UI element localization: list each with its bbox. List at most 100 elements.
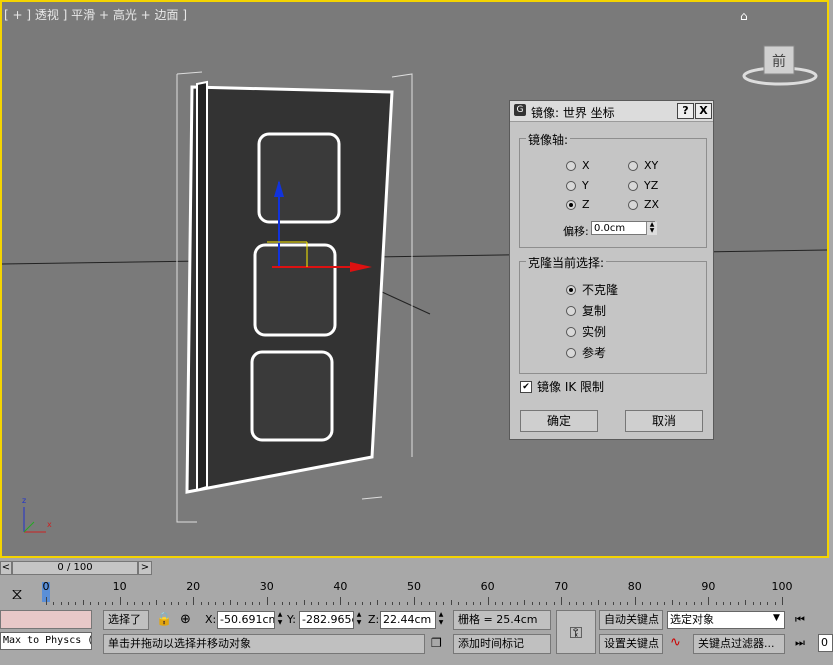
z-spinner[interactable]: ▲ ▼: [437, 611, 445, 628]
dialog-titlebar[interactable]: G 镜像: 世界 坐标 ? X: [510, 101, 713, 122]
time-slider-thumb[interactable]: 0 / 100: [12, 561, 138, 575]
ruler-tick: [215, 602, 217, 605]
ruler-tick: [112, 602, 114, 605]
mirror-ik-checkbox[interactable]: ✔ 镜像 IK 限制: [520, 378, 604, 395]
x-spinner[interactable]: ▲ ▼: [276, 611, 284, 628]
z-coordinate-input[interactable]: 22.44cm: [380, 611, 436, 629]
ruler-tick: [634, 597, 636, 605]
ruler-tick: [421, 602, 423, 605]
lock-icon[interactable]: 🔒: [156, 612, 172, 627]
ruler-tick: [362, 602, 364, 605]
cancel-button[interactable]: 取消: [625, 410, 703, 432]
x-label: X:: [205, 613, 217, 626]
go-to-start-icon[interactable]: ⏮: [795, 613, 805, 627]
absolute-mode-icon[interactable]: ⊕: [180, 612, 191, 627]
track-bar[interactable]: 0 10 20 30 40 50 60 70 80 90 100: [40, 580, 793, 605]
axis-label-z: z: [22, 496, 27, 505]
ruler-tick: [46, 597, 47, 605]
ruler-tick: [156, 600, 158, 605]
time-tag-icon[interactable]: ❐: [431, 636, 442, 650]
ruler-tick: [443, 602, 445, 605]
curve-icon[interactable]: ∿: [670, 635, 681, 650]
ok-button[interactable]: 确定: [520, 410, 598, 432]
maxscript-listener[interactable]: [0, 610, 92, 629]
ruler-tick: [126, 602, 128, 605]
axis-y-radio[interactable]: Y: [566, 179, 589, 192]
ruler-tick: [369, 602, 371, 605]
ruler-tick: [149, 602, 151, 605]
auto-key-button[interactable]: 自动关键点: [599, 610, 663, 630]
ruler-tick: [281, 602, 283, 605]
y-coordinate-input[interactable]: -282.965cm: [299, 611, 354, 629]
ruler-tick: [531, 602, 533, 605]
script-line[interactable]: Max to Physcs (: [0, 632, 92, 650]
timeline-config-icon[interactable]: ⧖: [6, 584, 28, 604]
axis-xy-radio[interactable]: XY: [628, 159, 658, 172]
ruler-tick: [97, 602, 99, 605]
selection-set-dropdown[interactable]: 选定对象: [667, 611, 785, 629]
no-clone-radio[interactable]: 不克隆: [566, 281, 618, 298]
ruler-tick: [730, 602, 732, 605]
ruler-tick: [163, 602, 165, 605]
ruler-tick: [458, 602, 460, 605]
ruler-tick: [502, 602, 504, 605]
ruler-tick: [487, 597, 489, 605]
key-mode-icon[interactable]: ⏭: [795, 636, 805, 650]
offset-spinner-arrows[interactable]: ▲ ▼: [646, 222, 657, 235]
axis-zx-radio[interactable]: ZX: [628, 198, 659, 211]
ruler-tick-label: 90: [701, 580, 716, 593]
ruler-tick: [296, 602, 298, 605]
ruler-tick: [60, 602, 62, 605]
ruler-tick: [207, 602, 209, 605]
close-button[interactable]: X: [695, 103, 712, 119]
ruler-tick: [259, 602, 261, 605]
ruler-tick: [598, 600, 599, 605]
bottom-panel: < 0 / 100 > ⧖ 0 10 20 30 40 50 60 70 80 90 100 Max…: [0, 558, 833, 665]
ruler-tick: [82, 600, 84, 605]
current-frame-input[interactable]: 0: [818, 634, 833, 652]
chevron-down-icon[interactable]: ▼: [773, 613, 780, 623]
ruler-tick: [678, 602, 680, 605]
ruler-tick: [605, 602, 607, 605]
axis-x-radio[interactable]: X: [566, 159, 590, 172]
axis-label-x: x: [47, 520, 52, 529]
ruler-tick: [575, 602, 577, 605]
ruler-tick: [237, 602, 239, 605]
ruler-tick: [266, 597, 268, 605]
time-prev-button[interactable]: <: [0, 561, 12, 575]
time-next-button[interactable]: >: [138, 561, 152, 575]
ruler-tick: [391, 602, 393, 605]
ruler-tick: [436, 602, 438, 605]
axis-z-radio[interactable]: Z: [566, 198, 590, 211]
ruler-tick: [612, 602, 614, 605]
y-spinner[interactable]: ▲ ▼: [355, 611, 363, 628]
x-coordinate-input[interactable]: -50.691cm: [217, 611, 275, 629]
ruler-tick: [701, 602, 703, 605]
grid-size: 栅格 = 25.4cm: [453, 610, 551, 630]
ruler-tick: [171, 602, 173, 605]
ruler-tick: [553, 602, 555, 605]
set-key-button[interactable]: 设置关键点: [599, 634, 663, 654]
ruler-tick: [384, 602, 386, 605]
axis-yz-radio[interactable]: YZ: [628, 179, 658, 192]
time-slider[interactable]: < 0 / 100 >: [0, 561, 152, 575]
ruler-tick: [185, 602, 187, 605]
app-icon: G: [514, 104, 526, 116]
help-button[interactable]: ?: [677, 103, 694, 119]
ruler-tick: [399, 602, 401, 605]
ruler-tick: [649, 602, 651, 605]
copy-radio[interactable]: 复制: [566, 302, 606, 319]
add-time-tag[interactable]: 添加时间标记: [453, 634, 551, 654]
ruler-tick: [620, 602, 622, 605]
ruler-tick: [141, 602, 143, 605]
key-icon[interactable]: ⚿: [556, 610, 596, 654]
reference-radio[interactable]: 参考: [566, 344, 606, 361]
ruler-tick: [767, 602, 769, 605]
ruler-tick: [664, 602, 666, 605]
ruler-tick: [546, 602, 548, 605]
ruler-tick: [318, 602, 320, 605]
key-filters-button[interactable]: 关键点过滤器...: [693, 634, 785, 654]
ruler-tick: [90, 602, 92, 605]
ruler-tick: [782, 597, 783, 605]
instance-radio[interactable]: 实例: [566, 323, 606, 340]
